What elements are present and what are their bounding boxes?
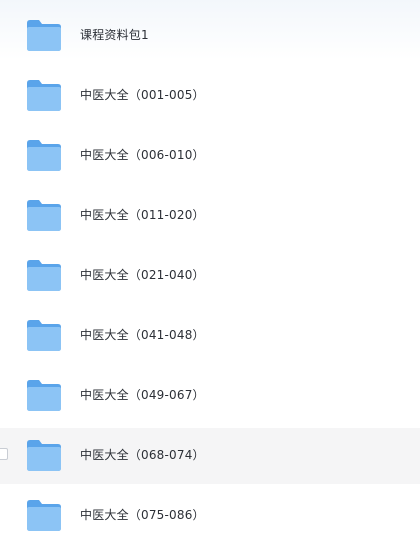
folder-icon <box>27 380 61 411</box>
folder-icon <box>27 500 61 531</box>
folder-icon <box>27 140 61 171</box>
folder-icon <box>27 440 61 471</box>
folder-icon <box>27 200 61 231</box>
folder-icon <box>27 80 61 111</box>
list-item[interactable]: 中医大全（021-040） <box>0 248 420 304</box>
folder-name: 中医大全（021-040） <box>80 268 205 282</box>
file-list: 课程资料包1 中医大全（001-005） 中医大全（006-010） 中医大全（… <box>0 0 420 546</box>
list-item[interactable]: 中医大全（068-074） <box>0 428 420 484</box>
list-item[interactable]: 中医大全（049-067） <box>0 368 420 424</box>
row-checkbox[interactable] <box>0 448 8 460</box>
folder-icon <box>27 260 61 291</box>
folder-name: 中医大全（041-048） <box>80 328 205 342</box>
folder-name: 中医大全（006-010） <box>80 148 205 162</box>
folder-name: 课程资料包1 <box>80 28 149 42</box>
folder-icon <box>27 320 61 351</box>
folder-name: 中医大全（075-086） <box>80 508 205 522</box>
folder-name: 中医大全（001-005） <box>80 88 205 102</box>
folder-name: 中医大全（049-067） <box>80 388 205 402</box>
list-item[interactable]: 课程资料包1 <box>0 8 420 64</box>
folder-icon <box>27 20 61 51</box>
folder-name: 中医大全（011-020） <box>80 208 205 222</box>
list-item[interactable]: 中医大全（006-010） <box>0 128 420 184</box>
list-item[interactable]: 中医大全（001-005） <box>0 68 420 124</box>
list-item[interactable]: 中医大全（041-048） <box>0 308 420 364</box>
list-item[interactable]: 中医大全（011-020） <box>0 188 420 244</box>
list-item[interactable]: 中医大全（075-086） <box>0 488 420 544</box>
folder-name: 中医大全（068-074） <box>80 448 205 462</box>
